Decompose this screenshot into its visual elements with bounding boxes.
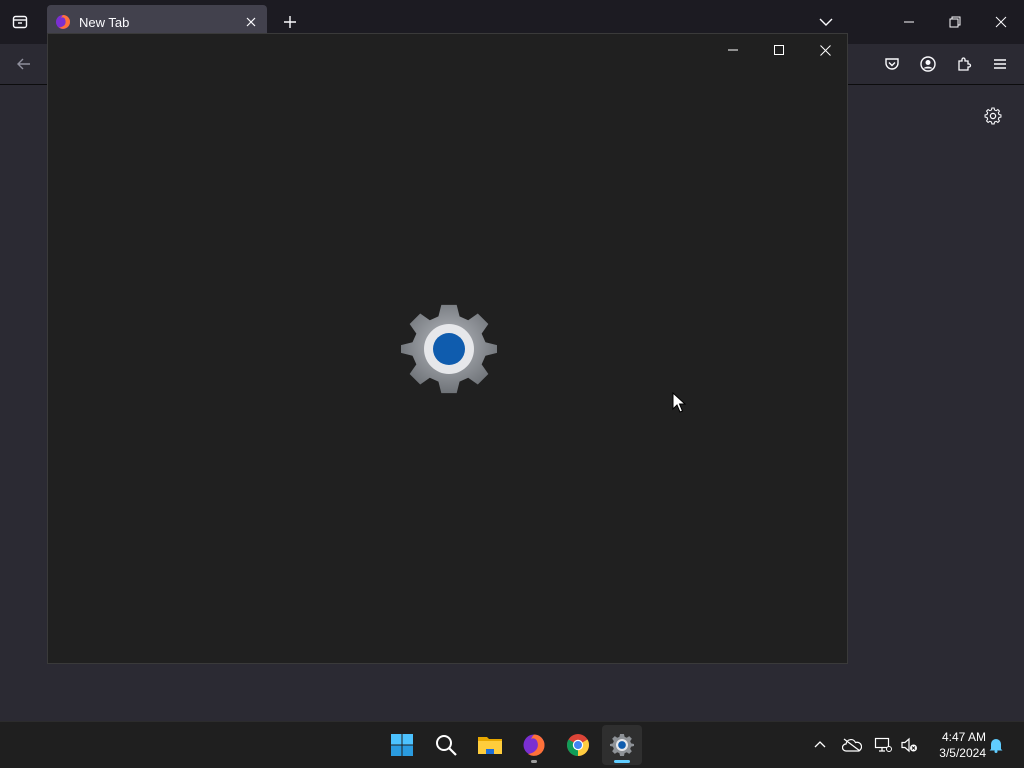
extensions-button[interactable] <box>948 48 980 80</box>
app-menu-button[interactable] <box>984 48 1016 80</box>
onedrive-offline-icon <box>842 738 862 752</box>
minimize-icon <box>728 49 738 51</box>
chrome-icon <box>567 734 589 756</box>
firefox-view-icon <box>12 15 28 29</box>
splash-close-button[interactable] <box>802 34 848 66</box>
minimize-icon <box>904 21 914 23</box>
settings-splash-window <box>47 33 848 664</box>
volume-tray-button[interactable] <box>898 734 920 756</box>
folder-icon <box>478 737 502 754</box>
start-button[interactable] <box>382 725 422 765</box>
chevron-up-icon <box>814 741 826 748</box>
tab-close-icon[interactable] <box>243 14 259 30</box>
mouse-cursor-icon <box>672 392 686 413</box>
plus-icon <box>284 16 296 28</box>
running-indicator <box>531 760 537 763</box>
firefox-view-button[interactable] <box>4 6 36 38</box>
chevron-down-icon <box>819 18 833 26</box>
restore-icon <box>949 16 961 28</box>
back-button[interactable] <box>8 48 40 80</box>
notifications-button[interactable] <box>985 734 1007 756</box>
firefox-icon <box>523 734 545 756</box>
settings-gear-icon <box>610 733 634 757</box>
account-icon <box>920 56 936 72</box>
network-tray-button[interactable] <box>872 734 894 756</box>
gear-icon <box>984 107 1002 125</box>
arrow-left-icon <box>17 58 30 70</box>
bell-icon <box>989 739 1003 753</box>
active-indicator <box>614 760 630 763</box>
maximize-icon <box>774 45 784 55</box>
splash-maximize-button[interactable] <box>756 34 802 66</box>
windows-start-icon <box>391 734 413 756</box>
tab-title: New Tab <box>79 14 130 30</box>
onedrive-tray-button[interactable] <box>841 734 863 756</box>
settings-gear-icon <box>401 304 497 394</box>
network-icon <box>874 737 892 752</box>
pocket-button[interactable] <box>876 48 908 80</box>
clock[interactable]: 4:47 AM 3/5/2024 <box>926 729 986 761</box>
clock-date: 3/5/2024 <box>939 746 986 760</box>
search-icon <box>436 735 457 756</box>
chrome-taskbar-button[interactable] <box>558 725 598 765</box>
menu-icon <box>994 59 1006 69</box>
settings-taskbar-button[interactable] <box>602 725 642 765</box>
file-explorer-button[interactable] <box>470 725 510 765</box>
taskbar: 4:47 AM 3/5/2024 <box>0 721 1024 768</box>
show-hidden-icons-button[interactable] <box>809 734 831 756</box>
close-icon <box>995 16 1007 28</box>
pocket-icon <box>885 58 899 70</box>
account-button[interactable] <box>912 48 944 80</box>
volume-muted-icon <box>901 737 917 753</box>
firefox-taskbar-button[interactable] <box>514 725 554 765</box>
extensions-icon <box>958 57 972 71</box>
splash-minimize-button[interactable] <box>710 34 756 66</box>
browser-minimize-button[interactable] <box>893 6 925 38</box>
clock-time: 4:47 AM <box>941 730 986 744</box>
search-button[interactable] <box>426 725 466 765</box>
close-icon <box>819 44 831 56</box>
browser-restore-button[interactable] <box>939 6 971 38</box>
browser-close-button[interactable] <box>985 6 1017 38</box>
firefox-icon <box>55 14 71 30</box>
personalize-button[interactable] <box>977 100 1009 132</box>
